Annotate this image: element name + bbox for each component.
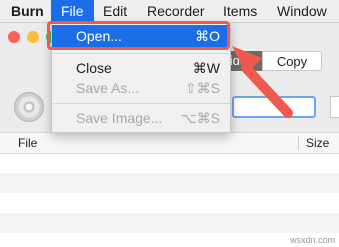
watermark: wsxdn.com — [289, 235, 335, 245]
annotation-arrow-icon — [232, 46, 293, 118]
